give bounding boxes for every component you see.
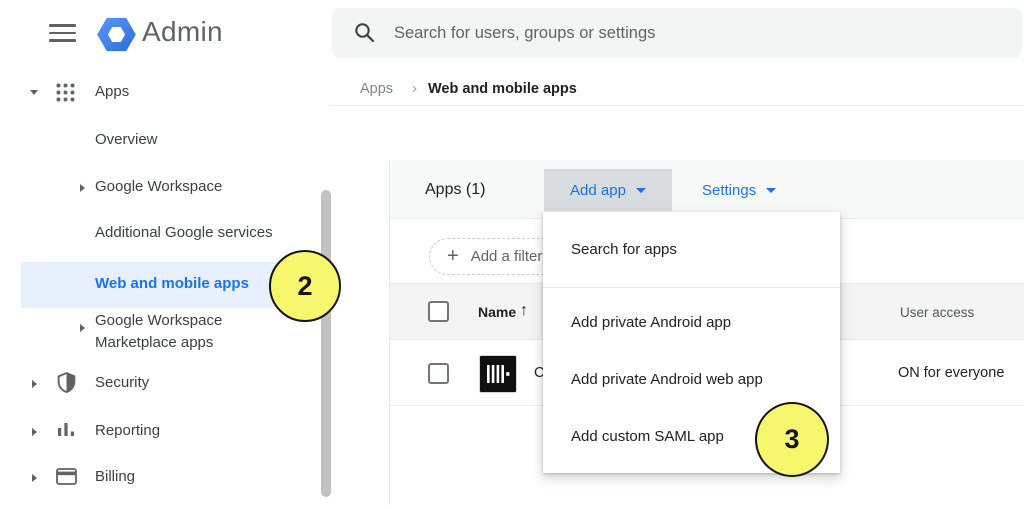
sidebar-item-marketplace-apps[interactable]: Google Workspace Marketplace apps (95, 310, 257, 354)
settings-button[interactable]: Settings (690, 169, 788, 211)
chevron-right-icon[interactable] (32, 428, 37, 436)
step-2-annotation-badge: 2 (269, 250, 341, 322)
search-input[interactable] (394, 8, 994, 58)
step-3-annotation-badge: 3 (755, 402, 829, 477)
chevron-down-icon (766, 188, 776, 193)
menu-item-label: Search for apps (571, 241, 677, 258)
sidebar-item-label: Web and mobile apps (95, 275, 249, 292)
sidebar-item-label: Apps (95, 83, 129, 100)
hamburger-bar (49, 39, 76, 42)
menu-item-label: Add private Android web app (571, 371, 763, 388)
sidebar-item-security[interactable]: Security (28, 370, 318, 396)
add-app-label: Add app (570, 182, 626, 199)
menu-item-add-private-android-app[interactable]: Add private Android app (543, 294, 840, 351)
breadcrumb-current: Web and mobile apps (428, 81, 577, 97)
sidebar-item-label: Billing (95, 468, 135, 485)
sort-ascending-icon[interactable]: ↑ (520, 302, 528, 320)
menu-divider (543, 287, 840, 288)
user-access-value: ON for everyone (898, 365, 1004, 381)
add-app-button[interactable]: Add app (544, 169, 672, 211)
sidebar-item-label: Google Workspace Marketplace apps (95, 312, 222, 351)
apps-toolbar: Apps (1) Add app Settings (390, 160, 1024, 219)
apps-count-label: Apps (1) (425, 160, 485, 219)
menu-item-add-private-android-web-app[interactable]: Add private Android web app (543, 351, 840, 408)
add-filter-label: Add a filter (471, 248, 543, 265)
chevron-down-icon (636, 188, 646, 193)
sidebar-item-label: Google Workspace (95, 178, 222, 195)
sidebar-item-billing[interactable]: Billing (28, 464, 318, 490)
breadcrumb-separator: › (412, 80, 417, 97)
settings-label: Settings (702, 182, 756, 199)
header-divider (330, 105, 1024, 106)
search-icon (353, 21, 376, 44)
sidebar-item-label: Additional Google services (95, 224, 273, 241)
sidebar-item-google-workspace[interactable]: Google Workspace (80, 178, 320, 200)
chevron-right-icon[interactable] (80, 324, 92, 336)
sidebar-item-label: Reporting (95, 422, 160, 439)
chevron-right-icon[interactable] (32, 380, 37, 388)
chevron-down-icon[interactable] (30, 90, 38, 95)
app-barcode-icon (479, 355, 517, 393)
hamburger-bar (49, 32, 76, 35)
chevron-right-icon[interactable] (80, 184, 85, 192)
hamburger-bar (49, 24, 76, 27)
admin-console: Admin Apps › Web and mobile apps Apps Ov… (0, 0, 1024, 509)
step-number: 3 (784, 424, 799, 455)
user-access-column-header: User access (900, 305, 974, 320)
sidebar-item-apps[interactable]: Apps (21, 79, 321, 107)
bar-chart-icon (56, 421, 76, 440)
global-search-bar[interactable] (332, 8, 1022, 58)
hamburger-menu-icon[interactable] (49, 24, 76, 42)
credit-card-icon (56, 468, 77, 485)
apps-grid-icon (55, 82, 76, 103)
shield-icon (56, 372, 77, 393)
sidebar-scrollbar[interactable] (321, 190, 331, 497)
brand-title: Admin (142, 16, 223, 48)
add-filter-chip[interactable]: + Add a filter (429, 238, 560, 275)
row-checkbox[interactable] (428, 363, 449, 384)
sidebar-item-reporting[interactable]: Reporting (28, 418, 318, 444)
step-number: 2 (297, 271, 312, 302)
plus-icon: + (447, 245, 459, 268)
sidebar-item-label: Overview (95, 131, 158, 148)
admin-logo-icon (95, 13, 138, 56)
menu-item-label: Add custom SAML app (571, 428, 724, 445)
sidebar-item-additional-google-services[interactable]: Additional Google services (95, 224, 325, 246)
chevron-right-icon[interactable] (32, 474, 37, 482)
menu-item-search-for-apps[interactable]: Search for apps (543, 212, 840, 287)
sidebar-item-label: Security (95, 374, 149, 391)
select-all-checkbox[interactable] (428, 301, 449, 322)
sidebar-item-overview[interactable]: Overview (95, 131, 315, 153)
name-column-header[interactable]: Name (478, 304, 516, 320)
breadcrumb-apps-link[interactable]: Apps (360, 81, 393, 97)
menu-item-label: Add private Android app (571, 314, 731, 331)
